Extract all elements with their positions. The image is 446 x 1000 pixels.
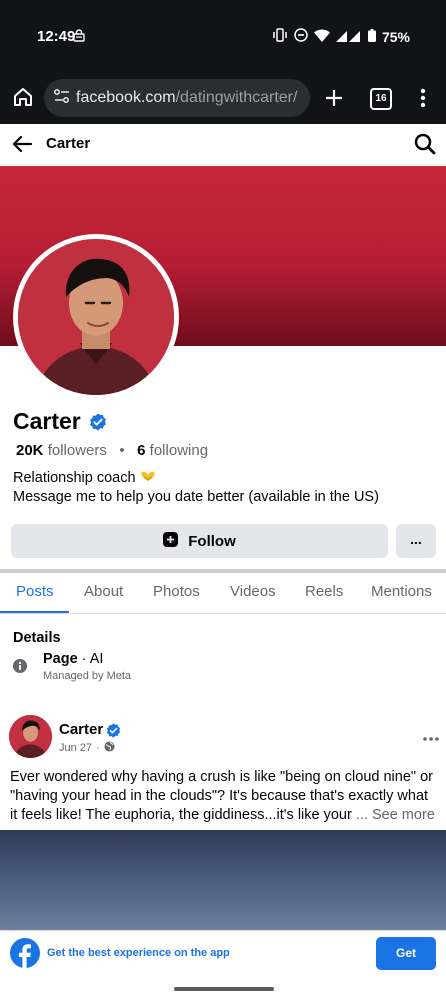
status-bar: 12:49 75%	[0, 0, 446, 72]
status-icons: 75%	[272, 28, 410, 45]
battery-percent: 75%	[381, 28, 410, 45]
gesture-bar	[0, 977, 446, 1000]
profile-picture[interactable]	[13, 234, 179, 400]
see-more-link[interactable]: ... See more	[356, 807, 435, 823]
followers-count: 20K	[16, 442, 44, 459]
tab-reels[interactable]: Reels	[305, 583, 343, 600]
home-icon[interactable]	[12, 86, 34, 113]
tab-switcher-button[interactable]: 16	[370, 88, 392, 110]
more-options-label: ...	[410, 531, 422, 547]
browser-toolbar: facebook.com/datingwithcarter/ 16	[0, 72, 446, 124]
status-time: 12:49	[37, 28, 76, 45]
following-label: following	[149, 442, 209, 459]
tab-videos[interactable]: Videos	[230, 583, 276, 600]
post-verified-badge-icon	[106, 723, 121, 743]
browser-menu-icon[interactable]	[420, 87, 426, 114]
search-icon[interactable]	[414, 133, 436, 160]
post-options-icon[interactable]	[423, 728, 439, 746]
page-category: Page · AI	[43, 651, 104, 667]
profile-tabs: Posts About Photos Videos Reels Mentions	[0, 573, 446, 614]
post-meta: Jun 27 ·	[59, 741, 115, 755]
tab-photos[interactable]: Photos	[153, 583, 200, 600]
post-date[interactable]: Jun 27	[59, 742, 92, 754]
post-image[interactable]	[0, 830, 446, 930]
follow-icon	[163, 531, 179, 551]
following-count: 6	[137, 442, 146, 459]
globe-icon	[104, 741, 115, 755]
details-heading: Details	[13, 630, 61, 646]
active-tab-indicator	[0, 611, 69, 613]
bio-line-1: Relationship coach	[13, 469, 379, 488]
url-domain: facebook.com	[76, 89, 176, 106]
meta-dot: ·	[96, 742, 100, 754]
app-promo-banner: Get the best experience on the app Get	[0, 930, 446, 978]
page-header: Carter	[0, 124, 446, 165]
followers-label: followers	[47, 442, 107, 459]
wifi-icon	[313, 28, 330, 45]
url-field[interactable]: facebook.com/datingwithcarter/	[44, 79, 310, 117]
following-link[interactable]: 6 following	[137, 442, 208, 459]
lock-icon	[73, 29, 85, 47]
new-tab-icon[interactable]	[323, 87, 345, 114]
app-banner-text: Get the best experience on the app	[47, 947, 230, 959]
profile-bio: Relationship coach Message me to help yo…	[13, 469, 379, 507]
follow-label: Follow	[188, 532, 236, 550]
post-text: Ever wondered why having a crush is like…	[10, 768, 438, 825]
tab-mentions[interactable]: Mentions	[371, 583, 432, 600]
vibrate-icon	[272, 28, 288, 45]
tab-posts[interactable]: Posts	[16, 583, 54, 600]
url-text: facebook.com/datingwithcarter/	[76, 89, 297, 107]
bio-line-2: Message me to help you date better (avai…	[13, 489, 379, 505]
follower-stats: 20K followers • 6 following	[16, 442, 208, 459]
signal-icon	[335, 29, 362, 45]
page-category-value: AI	[89, 651, 104, 667]
follow-button[interactable]: Follow	[11, 524, 388, 558]
get-app-button[interactable]: Get	[376, 937, 436, 970]
back-arrow-icon[interactable]	[12, 135, 33, 158]
managed-by: Managed by Meta	[43, 670, 132, 682]
avatar	[18, 239, 174, 395]
page-title: Carter	[46, 135, 91, 152]
dnd-icon	[294, 28, 308, 45]
url-path: /datingwithcarter/	[175, 89, 298, 106]
followers-link[interactable]: 20K followers	[16, 442, 107, 459]
bio-role: Relationship coach	[13, 470, 136, 486]
stats-separator: •	[111, 442, 133, 459]
tab-about[interactable]: About	[84, 583, 123, 600]
info-icon	[13, 659, 27, 678]
post-author-name[interactable]: Carter	[59, 721, 103, 738]
verified-badge-icon	[89, 413, 107, 436]
more-options-button[interactable]: ...	[396, 524, 436, 558]
heart-hands-icon	[140, 470, 156, 486]
home-gesture-handle[interactable]	[174, 987, 274, 991]
site-settings-icon[interactable]	[54, 88, 70, 108]
facebook-logo-icon	[10, 938, 40, 973]
battery-icon	[367, 28, 376, 45]
profile-name: Carter	[13, 408, 81, 434]
page-type: Page	[43, 651, 78, 667]
post-author-avatar[interactable]	[9, 715, 52, 758]
